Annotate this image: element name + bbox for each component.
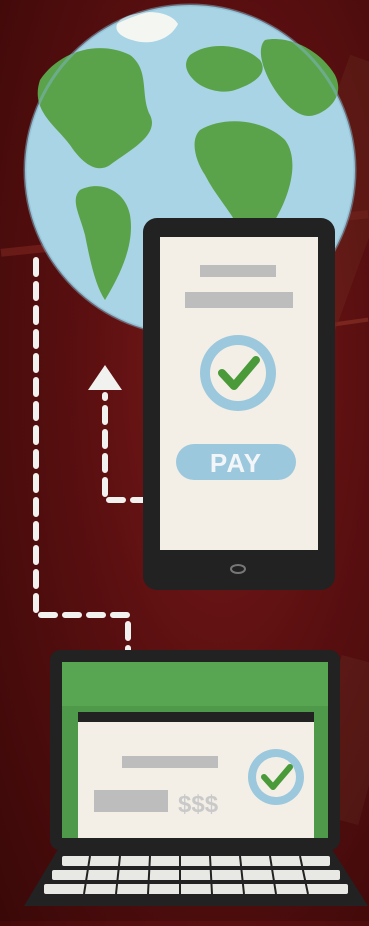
phone-text-line-2 bbox=[185, 292, 293, 308]
smartphone-icon: PAY bbox=[143, 218, 335, 590]
price-label: $$$ bbox=[178, 791, 219, 818]
arrow-down-icon bbox=[33, 257, 148, 718]
checkmark-icon bbox=[200, 335, 276, 411]
payment-illustration: PAY $$$ bbox=[0, 0, 369, 921]
laptop-icon: $$$ bbox=[24, 650, 368, 906]
laptop-amount-box bbox=[94, 790, 168, 812]
illustration-canvas: PAY $$$ bbox=[0, 3, 369, 906]
phone-text-line-1 bbox=[200, 265, 276, 277]
pay-button-label: PAY bbox=[210, 448, 262, 478]
browser-bar bbox=[78, 712, 314, 722]
laptop-text-line bbox=[122, 756, 218, 768]
checkmark-icon bbox=[248, 749, 304, 805]
